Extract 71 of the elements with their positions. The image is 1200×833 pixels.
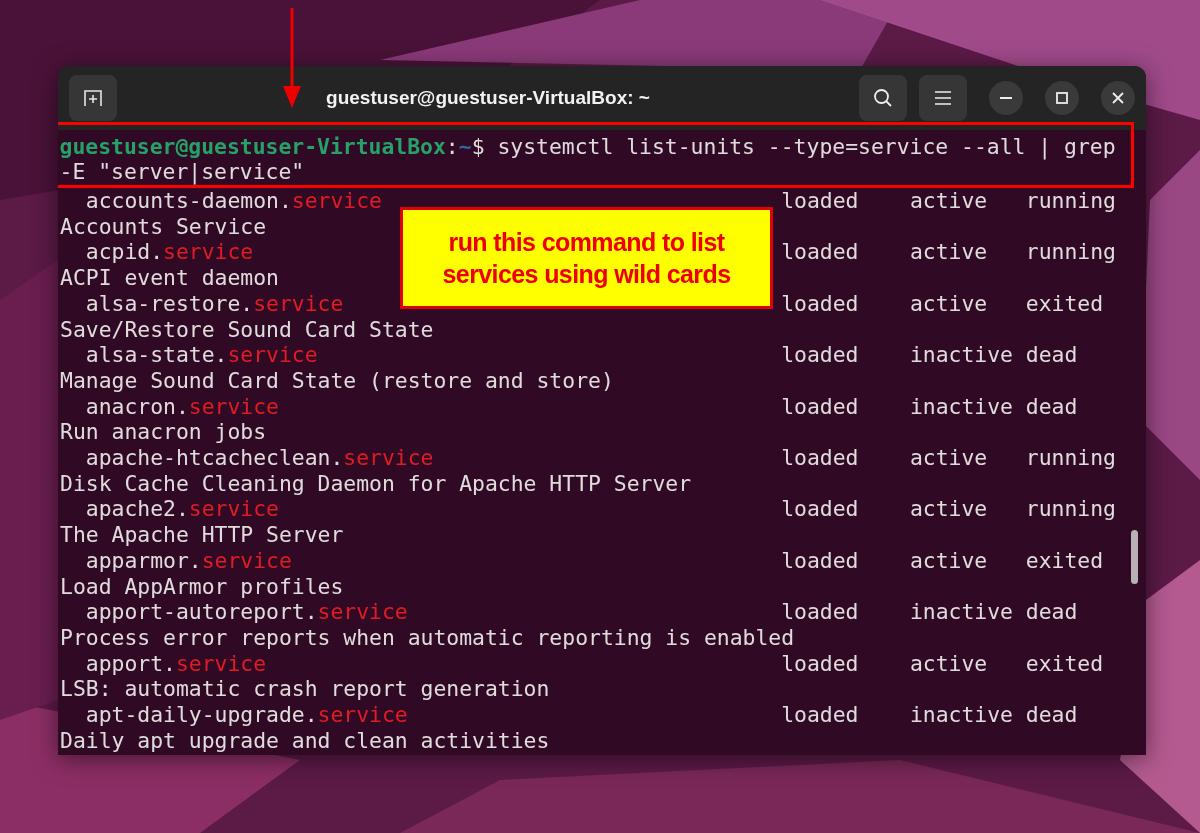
load-state: loaded [781,650,860,677]
unit-description: Run anacron jobs [60,419,267,446]
search-icon [873,88,893,108]
unit-name: apt-daily-upgrade.service [84,702,408,728]
load-state: loaded [781,239,860,266]
unit-description: LSB: automatic crash report generation [60,676,550,703]
unit-name: acpid.service [84,239,254,266]
active-state: inactive [909,599,1014,625]
load-state: loaded [781,702,860,728]
unit-description: Manage Sound Card State (restore and store) [60,367,614,394]
new-tab-icon [83,89,103,107]
active-state: active [909,496,989,523]
active-state: active [909,239,989,266]
active-state: active [909,547,989,574]
scrollbar-thumb[interactable] [1131,530,1138,584]
load-state: loaded [781,393,860,420]
menu-icon [935,91,951,105]
load-state: loaded [781,496,860,523]
active-state: active [909,445,989,471]
sub-state: running [1025,239,1116,266]
new-tab-button[interactable] [69,75,117,121]
search-button[interactable] [859,75,907,121]
load-state: loaded [781,290,860,317]
load-state: loaded [781,547,860,574]
unit-description: Daily apt upgrade and clean activities [60,727,550,754]
sub-state: running [1025,496,1116,523]
command-line: guestuser@guestuser-VirtualBox:~$ systemctl list-units --type=service --all | grep -E "server|service" [59,133,1117,185]
unit-description: Save/Restore Sound Card State [60,316,434,343]
unit-name: apache2.service [84,496,279,523]
sub-state: dead [1025,599,1078,625]
unit-name: alsa-state.service [84,342,318,368]
unit-name: apport.service [84,650,267,677]
maximize-icon [1056,92,1068,104]
load-state: loaded [781,599,860,625]
minimize-icon [1000,97,1012,99]
unit-name: apache-htcacheclean.service [84,445,434,471]
active-state: inactive [909,702,1014,728]
sub-state: exited [1025,547,1104,574]
load-state: loaded [781,342,860,368]
load-state: loaded [781,445,860,471]
unit-description: Load AppArmor profiles [60,573,344,600]
unit-name: apport-autoreport.service [84,599,408,625]
sub-state: running [1025,445,1116,471]
unit-name: anacron.service [84,393,279,420]
active-state: inactive [909,342,1014,368]
minimize-button[interactable] [989,81,1023,115]
unit-description: ACPI event daemon [60,265,279,291]
sub-state: exited [1025,290,1104,317]
unit-description: Accounts Service [60,213,267,240]
load-state: loaded [781,188,860,214]
unit-name: alsa-restore.service [84,290,344,317]
unit-name: accounts-daemon.service [84,188,382,214]
callout-note: run this command to list services using wild cards [400,207,773,309]
close-button[interactable] [1101,81,1135,115]
sub-state: dead [1025,342,1078,368]
window-title: guestuser@guestuser-VirtualBox: ~ [325,87,651,109]
close-icon [1112,92,1124,104]
active-state: active [909,188,989,214]
active-state: active [909,290,989,317]
unit-description: Disk Cache Cleaning Daemon for Apache HTTP Server [60,470,692,497]
maximize-button[interactable] [1045,81,1079,115]
menu-button[interactable] [919,75,967,121]
unit-description: Process error reports when automatic reporting is enabled [60,624,795,651]
sub-state: exited [1025,650,1104,677]
active-state: inactive [909,393,1014,420]
unit-description: The Apache HTTP Server [60,522,344,548]
unit-name: apparmor.service [84,547,292,574]
sub-state: dead [1025,393,1078,420]
sub-state: running [1025,188,1116,214]
sub-state: dead [1025,702,1078,728]
active-state: active [909,650,989,677]
